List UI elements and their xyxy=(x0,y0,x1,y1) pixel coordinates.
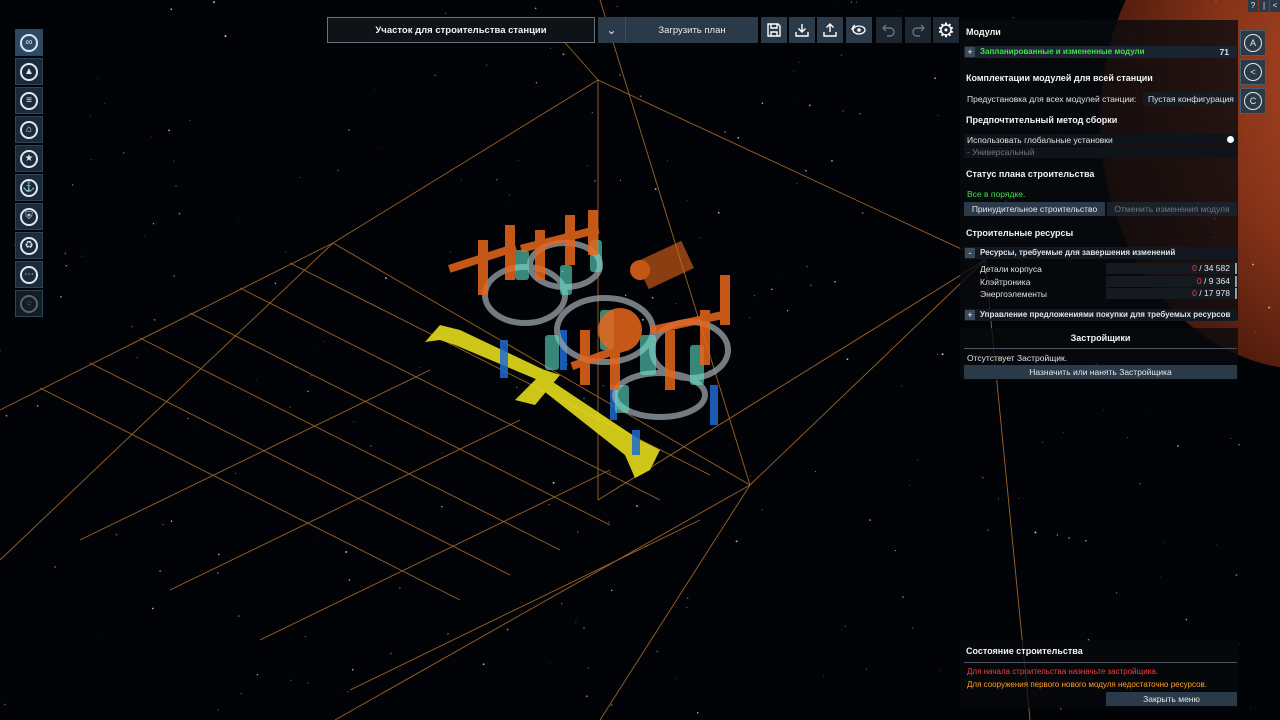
resource-name: Детали корпуса xyxy=(980,264,1042,274)
preset-dropdown[interactable]: Пустая конфигурация xyxy=(1143,92,1237,106)
more-icon[interactable]: ⋯ xyxy=(15,261,43,288)
no-builder-text: Отсутствует Застройщик. xyxy=(967,353,1068,363)
gear-icon[interactable]: ⚙ xyxy=(933,17,959,43)
build-status-title: Состояние строительства xyxy=(966,646,1083,656)
anchor-icon[interactable]: ⚓ xyxy=(15,174,43,201)
build-method-title: Предпочтительный метод сборки xyxy=(966,115,1118,125)
expand-icon: + xyxy=(965,310,975,320)
universal-row[interactable]: - Универсальный xyxy=(964,147,1237,158)
use-global-label: Использовать глобальные установки xyxy=(967,135,1113,145)
expand-icon: + xyxy=(965,47,975,57)
save-icon[interactable] xyxy=(761,17,787,43)
required-resources-row[interactable]: - Ресурсы, требуемые для завершения изме… xyxy=(964,247,1237,259)
planned-modules-label: Запланированные и измененные модули xyxy=(980,47,1145,56)
collapse-button[interactable]: < xyxy=(1270,0,1280,12)
collapse-icon: - xyxy=(965,248,975,258)
star-icon[interactable]: ★ xyxy=(15,145,43,172)
plan-status-title: Статус плана строительства xyxy=(966,169,1095,179)
site-title[interactable]: Участок для строительства станции xyxy=(327,17,595,43)
home-icon[interactable]: ⌂ xyxy=(15,116,43,143)
window-controls: ? | < xyxy=(1247,0,1280,12)
chevron-down-icon: ⌄ xyxy=(598,17,626,43)
divider xyxy=(964,662,1237,663)
assign-builder-button[interactable]: Назначить или нанять Застройщика xyxy=(964,365,1237,379)
force-build-button[interactable]: Принудительное строительство xyxy=(964,202,1105,216)
close-menu-button[interactable]: Закрыть меню xyxy=(1106,692,1237,706)
help-button[interactable]: ? xyxy=(1248,0,1258,12)
build-error-resources: Для сооружения первого нового модуля нед… xyxy=(967,680,1207,689)
buy-offers-row[interactable]: + Управление предложениями покупки для т… xyxy=(964,309,1237,321)
divider xyxy=(964,348,1237,349)
build-error-builder: Для начала строительства назначьте застр… xyxy=(967,667,1159,676)
universal-label: - Универсальный xyxy=(967,147,1035,157)
required-resources-label: Ресурсы, требуемые для завершения измене… xyxy=(980,248,1176,257)
right-icon-c[interactable]: C xyxy=(1240,88,1266,114)
right-icon-share[interactable]: < xyxy=(1240,59,1266,85)
load-plan-label: Загрузить план xyxy=(658,24,726,36)
right-icon-a[interactable]: A xyxy=(1240,30,1266,56)
load-plan-dropdown[interactable]: ⌄ Загрузить план xyxy=(598,17,758,43)
radio-checked-icon[interactable] xyxy=(1227,136,1234,143)
resource-amount-bar: 0 / 34 582 xyxy=(1106,263,1237,274)
download-icon[interactable] xyxy=(789,17,815,43)
plan-status-ok: Все в порядке. xyxy=(967,189,1026,199)
planned-modules-row[interactable]: + Запланированные и измененные модули 71 xyxy=(964,46,1237,58)
left-toolbar: ∞ ▲ ≡ ⌂ ★ ⚓ ⛨ ♻ ⋯ ○ xyxy=(15,29,43,319)
station-modules xyxy=(425,210,731,478)
site-title-label: Участок для строительства станции xyxy=(375,24,547,36)
recycle-icon[interactable]: ♻ xyxy=(15,232,43,259)
preset-label: Предустановка для всех модулей станции: xyxy=(967,94,1137,104)
infinity-icon[interactable]: ∞ xyxy=(15,29,43,56)
loadouts-title: Комплектации модулей для всей станции xyxy=(966,73,1153,83)
disabled-icon: ○ xyxy=(15,290,43,317)
separator-button[interactable]: | xyxy=(1259,0,1269,12)
buy-offers-label: Управление предложениями покупки для тре… xyxy=(980,310,1231,319)
shield-icon[interactable]: ⛨ xyxy=(15,203,43,230)
redo-icon[interactable] xyxy=(905,17,931,43)
resource-name: Энергоэлементы xyxy=(980,289,1048,299)
map-icon[interactable]: ▲ xyxy=(15,58,43,85)
modules-title: Модули xyxy=(966,27,1001,37)
resource-amount-bar: 0 / 9 364 xyxy=(1106,276,1237,287)
resources-title: Строительные ресурсы xyxy=(966,228,1074,238)
view-reset-icon[interactable] xyxy=(846,17,872,43)
resource-amount-bar: 0 / 17 978 xyxy=(1106,288,1237,299)
use-global-row[interactable]: Использовать глобальные установки xyxy=(964,134,1237,146)
undo-icon[interactable] xyxy=(876,17,902,43)
cancel-changes-button[interactable]: Отменить изменения модуля xyxy=(1107,202,1237,216)
export-icon[interactable] xyxy=(817,17,843,43)
resource-name: Клэйтроника xyxy=(980,277,1031,287)
list-icon[interactable]: ≡ xyxy=(15,87,43,114)
planned-modules-count: 71 xyxy=(1219,47,1229,57)
builders-title: Застройщики xyxy=(1070,333,1131,343)
